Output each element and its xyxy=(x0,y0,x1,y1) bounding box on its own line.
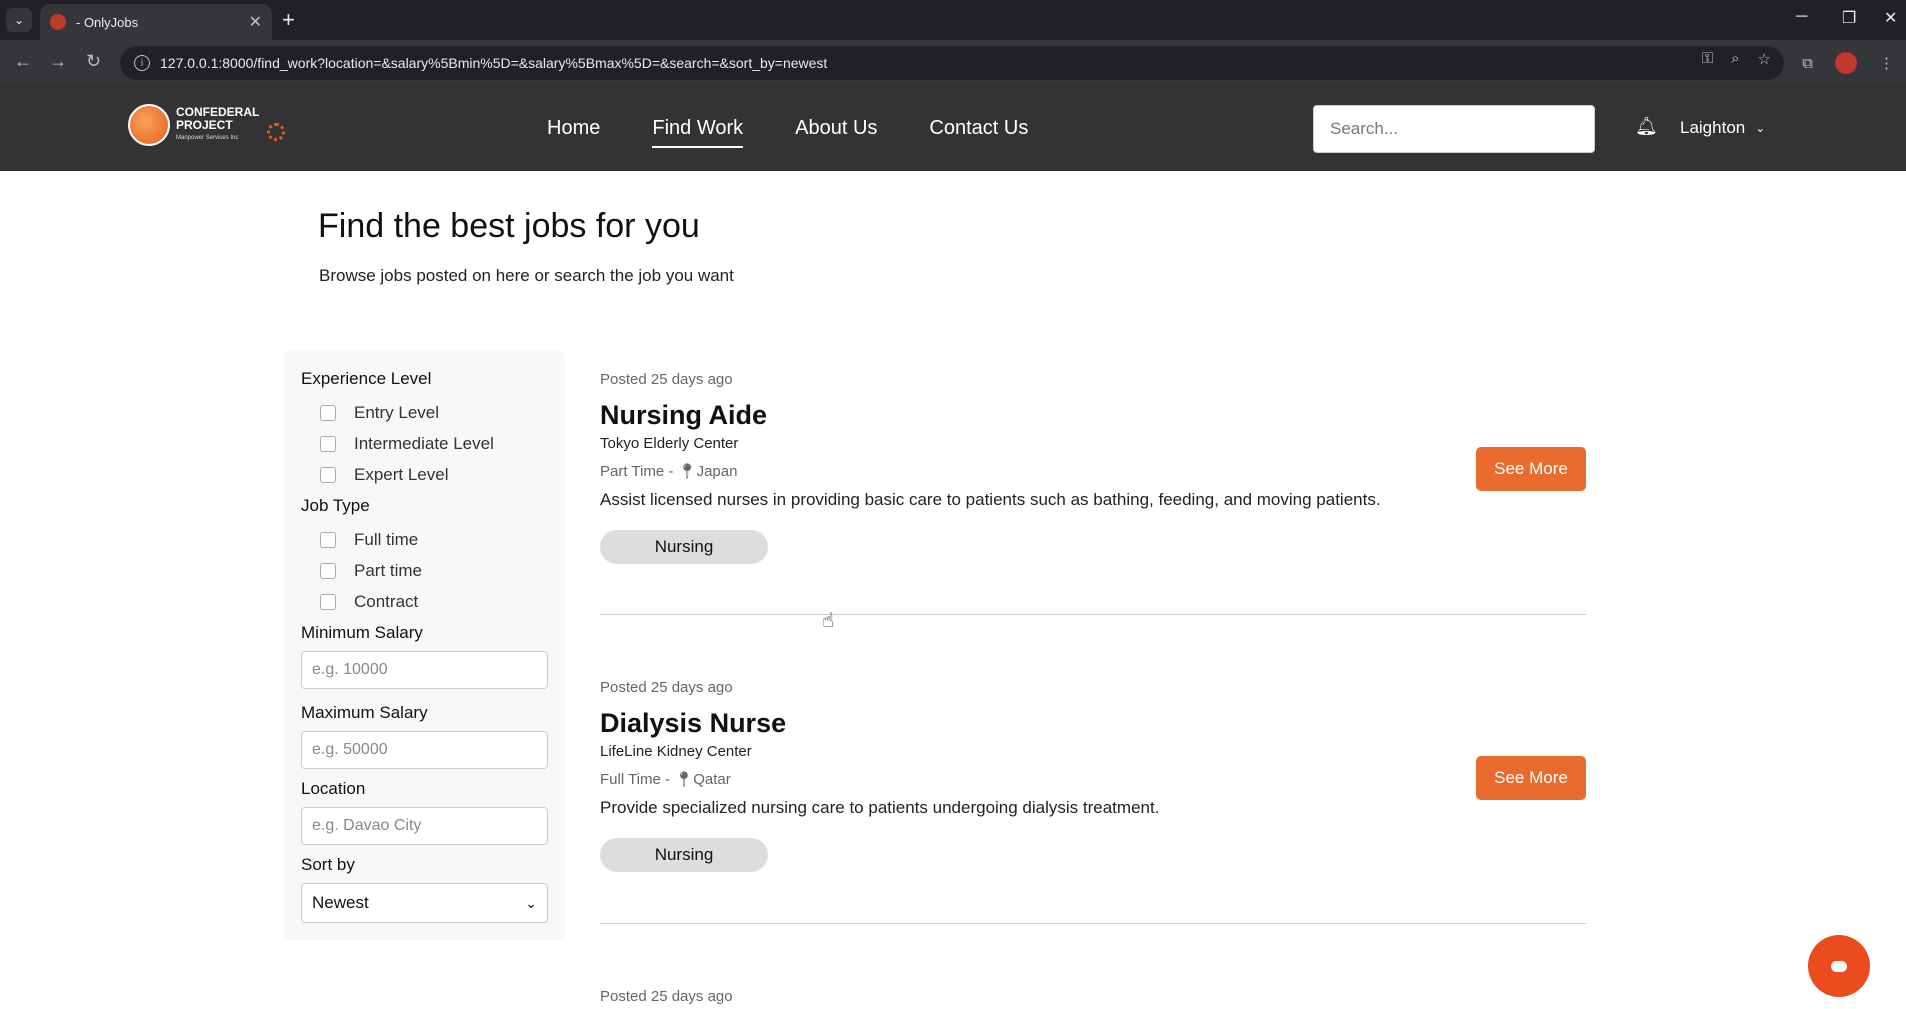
checkbox[interactable] xyxy=(320,404,336,421)
browser-tabbar: ⌄ - OnlyJobs ✕ + ─ ❐ ✕ xyxy=(0,0,1906,40)
chevron-down-icon: ⌄ xyxy=(525,894,537,911)
job-type-label: Job Type xyxy=(301,496,370,515)
browser-tab[interactable]: - OnlyJobs ✕ xyxy=(40,4,272,40)
filter-part-time[interactable]: Part time xyxy=(301,555,548,586)
job-description: Assist licensed nurses in providing basi… xyxy=(600,490,1381,509)
job-description: Provide specialized nursing care to pati… xyxy=(600,798,1160,817)
divider xyxy=(600,614,1586,615)
experience-level-label: Experience Level xyxy=(301,369,432,388)
tab-title: - OnlyJobs xyxy=(76,14,139,30)
restore-icon[interactable]: ❐ xyxy=(1842,8,1856,28)
reload-icon[interactable]: ↻ xyxy=(86,51,101,72)
job-title[interactable]: Dialysis Nurse xyxy=(600,708,1586,739)
chat-button[interactable] xyxy=(1808,935,1870,997)
logo-line-1: CONFEDERAL xyxy=(176,104,260,119)
job-tag: Nursing xyxy=(600,530,768,564)
forward-icon[interactable]: → xyxy=(49,51,67,72)
job-company: Tokyo Elderly Center xyxy=(600,435,739,452)
logo-line-2: PROJECT xyxy=(176,117,233,132)
job-card: Posted 25 days ago Nursing Aide Tokyo El… xyxy=(600,371,1586,564)
extensions-icon[interactable]: ⧉ xyxy=(1802,55,1813,72)
see-more-button[interactable]: See More xyxy=(1476,756,1586,800)
map-pin-icon: 📍︎ xyxy=(674,771,694,788)
checkbox[interactable] xyxy=(320,435,336,452)
job-meta: Part Time - 📍︎Japan xyxy=(600,463,738,480)
nav-about-us[interactable]: About Us xyxy=(795,117,877,148)
job-title[interactable]: Nursing Aide xyxy=(600,400,1586,431)
filter-entry-level[interactable]: Entry Level xyxy=(301,397,548,428)
nav-find-work[interactable]: Find Work xyxy=(652,117,744,148)
job-posted: Posted 25 days ago xyxy=(600,988,733,1005)
globe-logo-icon xyxy=(128,104,170,146)
back-icon[interactable]: ← xyxy=(14,51,32,72)
nav-contact-us[interactable]: Contact Us xyxy=(929,117,1028,148)
checkbox[interactable] xyxy=(320,593,336,610)
favicon-icon xyxy=(50,14,66,30)
logo-subtitle: Manpower Services Inc xyxy=(176,134,239,141)
bookmark-star-icon[interactable]: ☆ xyxy=(1758,50,1771,68)
job-card: Posted 25 days ago xyxy=(600,988,1586,1005)
map-pin-icon: 📍︎ xyxy=(677,463,697,480)
max-salary-label: Maximum Salary xyxy=(301,703,428,722)
checkbox[interactable] xyxy=(320,562,336,579)
job-tag: Nursing xyxy=(600,838,768,872)
minimize-icon[interactable]: ─ xyxy=(1796,8,1807,26)
user-name: Laighton xyxy=(1680,118,1746,137)
min-salary-input[interactable] xyxy=(301,651,548,689)
filter-contract[interactable]: Contract xyxy=(301,586,548,617)
location-label: Location xyxy=(301,779,366,798)
browser-toolbar: ← → ↻ i 127.0.0.1:8000/find_work?locatio… xyxy=(0,40,1906,86)
site-logo[interactable]: CONFEDERAL PROJECT Manpower Services Inc xyxy=(128,104,286,146)
filter-expert-level[interactable]: Expert Level xyxy=(301,459,548,490)
location-input[interactable] xyxy=(301,807,548,845)
filter-panel: Experience Level Entry Level Intermediat… xyxy=(284,351,565,940)
sort-by-value: Newest xyxy=(312,893,369,912)
url-text: 127.0.0.1:8000/find_work?location=&salar… xyxy=(160,55,828,71)
sort-by-label: Sort by xyxy=(301,855,355,874)
hand-cursor-icon: ☝︎ xyxy=(822,610,835,632)
profile-avatar[interactable] xyxy=(1835,52,1857,74)
new-tab-icon[interactable]: + xyxy=(282,8,295,32)
chevron-down-icon: ⌄ xyxy=(1755,121,1766,135)
page-title: Find the best jobs for you xyxy=(318,207,700,245)
job-meta: Full Time - 📍︎Qatar xyxy=(600,771,731,788)
zoom-icon[interactable]: ⌕ xyxy=(1731,50,1739,68)
close-tab-icon[interactable]: ✕ xyxy=(249,12,262,32)
max-salary-input[interactable] xyxy=(301,731,548,769)
gear-logo-icon xyxy=(267,123,286,141)
job-posted: Posted 25 days ago xyxy=(600,371,733,388)
checkbox[interactable] xyxy=(320,466,336,483)
checkbox[interactable] xyxy=(320,531,336,548)
nav-home[interactable]: Home xyxy=(547,117,600,148)
bell-icon[interactable]: 🔔︎ xyxy=(1635,116,1658,137)
chat-bubble-icon xyxy=(1831,960,1847,972)
min-salary-label: Minimum Salary xyxy=(301,623,423,642)
page-subtitle: Browse jobs posted on here or search the… xyxy=(319,266,734,285)
site-info-icon[interactable]: i xyxy=(134,55,150,71)
job-posted: Posted 25 days ago xyxy=(600,679,733,696)
browser-menu-icon[interactable]: ⋮ xyxy=(1879,54,1894,72)
job-company: LifeLine Kidney Center xyxy=(600,743,752,760)
address-bar[interactable]: i 127.0.0.1:8000/find_work?location=&sal… xyxy=(120,46,1784,80)
tab-search-button[interactable]: ⌄ xyxy=(6,8,32,32)
filter-full-time[interactable]: Full time xyxy=(301,524,548,555)
close-window-icon[interactable]: ✕ xyxy=(1884,8,1897,28)
job-card: Posted 25 days ago Dialysis Nurse LifeLi… xyxy=(600,679,1586,872)
header-search-input[interactable] xyxy=(1313,105,1595,153)
filter-intermediate-level[interactable]: Intermediate Level xyxy=(301,428,548,459)
divider xyxy=(600,923,1586,924)
user-menu[interactable]: Laighton ⌄ xyxy=(1680,118,1765,138)
site-header: CONFEDERAL PROJECT Manpower Services Inc… xyxy=(0,86,1906,171)
key-icon[interactable]: ⚿ xyxy=(1702,50,1713,68)
main-nav: Home Find Work About Us Contact Us xyxy=(547,117,1028,148)
sort-by-select[interactable]: Newest ⌄ xyxy=(301,883,548,923)
see-more-button[interactable]: See More xyxy=(1476,447,1586,491)
